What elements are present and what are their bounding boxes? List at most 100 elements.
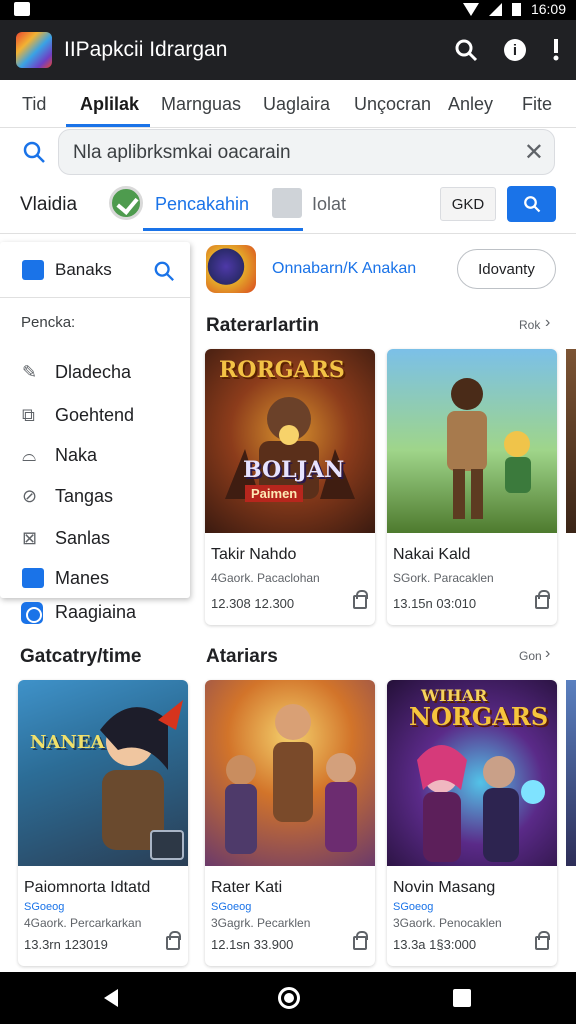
status-bar: 16:09 — [0, 0, 576, 20]
lock-icon[interactable] — [353, 590, 368, 609]
card-title: Takir Nahdo — [211, 546, 297, 563]
menu-item-label: Dladecha — [55, 362, 132, 382]
warrior-art — [447, 378, 531, 519]
box-icon: ⧉ — [22, 405, 35, 425]
card-title: Novin Masang — [393, 879, 496, 896]
tab-4[interactable]: Unçocran — [354, 94, 431, 115]
app-bar: IIPapkcii Idrargan i — [0, 20, 576, 80]
menu-item-label: Naka — [55, 445, 98, 465]
chevron-right-icon[interactable]: › — [545, 645, 550, 663]
game-card-peek[interactable] — [566, 680, 576, 866]
back-icon[interactable] — [104, 989, 118, 1007]
art-title: RORGARS — [219, 357, 345, 383]
promo-button[interactable]: Idovanty — [457, 249, 556, 289]
game-art — [205, 680, 375, 866]
menu-header[interactable]: Banaks — [0, 242, 190, 298]
app-logo[interactable] — [16, 32, 52, 68]
search-input[interactable]: Nla aplibrksmkai oacarain ✕ — [58, 129, 555, 175]
overflow-menu-icon[interactable] — [552, 38, 560, 62]
search-icon[interactable] — [454, 38, 478, 62]
tab-6[interactable]: Fite — [522, 94, 552, 115]
close-icon[interactable]: ✕ — [524, 138, 544, 167]
game-card[interactable]: NANEA Paiomnorta Idtatd SGoeog 4Gaork. P… — [18, 680, 188, 966]
filter-indicator — [143, 228, 303, 231]
info-icon[interactable]: i — [504, 39, 526, 61]
checkbox-icon[interactable] — [272, 188, 302, 218]
card-tag: SGoeog — [24, 901, 65, 913]
tab-0[interactable]: Tid — [22, 94, 46, 115]
game-card[interactable]: WIHAR NORGARS Novin Masang SGoeog 3Gaork… — [387, 680, 557, 966]
card-subtitle: 4Gaork. Pacaclohan — [211, 571, 320, 585]
menu-item-label: Manes — [55, 568, 110, 588]
heroes-art — [225, 704, 357, 854]
art-title: NANEA — [30, 732, 105, 753]
filter-label: Vlaidia — [20, 194, 78, 215]
art-subtitle: NORGARS — [409, 702, 549, 731]
card-title: Paiomnorta Idtatd — [24, 879, 151, 896]
pencil-icon: ✎ — [22, 362, 38, 382]
card-meta: 12.308 12.300 — [211, 596, 295, 611]
menu-item-label: Raagiaina — [55, 602, 137, 622]
see-more-link[interactable]: Rok — [519, 318, 540, 332]
lock-icon[interactable] — [535, 590, 550, 609]
badge-icon — [150, 830, 184, 860]
search-button[interactable] — [507, 186, 556, 222]
menu-item[interactable]: Manes — [0, 558, 190, 598]
game-card-peek[interactable] — [566, 349, 576, 533]
filter-bar: Vlaidia Pencakahin Iolat GKD — [0, 180, 576, 234]
menu-item-label: Tangas — [55, 486, 114, 506]
card-tag: SGoeog — [393, 901, 434, 913]
status-icons: 16:09 — [462, 1, 566, 17]
menu-subtitle: Pencka: — [21, 314, 76, 331]
tab-bar: Tid Aplilak Marnguas Uaglaira Unçocran A… — [0, 80, 576, 128]
filter-button[interactable]: GKD — [440, 187, 496, 221]
search-icon[interactable] — [22, 140, 46, 164]
art-subtitle: BOLJAN — [243, 457, 345, 483]
section-title: Gatcatry/time — [20, 646, 142, 667]
tab-3[interactable]: Uaglaira — [263, 94, 330, 115]
chevron-right-icon[interactable]: › — [545, 314, 550, 332]
game-card[interactable]: Rater Kati SGoeog 3Gagrk. Pecarklen 12.1… — [205, 680, 375, 966]
lock-icon[interactable] — [353, 931, 368, 950]
menu-item[interactable]: ⌓ Naka — [0, 435, 190, 475]
menu-item[interactable]: ⊠ Sanlas — [0, 518, 190, 558]
tab-indicator — [66, 124, 150, 127]
tab-5[interactable]: Anley — [448, 94, 493, 115]
game-art — [387, 349, 557, 533]
menu-item[interactable]: ⊘ Tangas — [0, 476, 190, 516]
menu-header-label: Banaks — [55, 260, 112, 279]
lock-icon[interactable] — [166, 931, 181, 950]
card-meta: 13.15n 03:010 — [393, 596, 477, 611]
bookmark-icon — [22, 568, 44, 588]
card-subtitle: 4Gaork. Percarkarkan — [24, 916, 142, 930]
camera-icon — [21, 602, 43, 624]
home-icon[interactable] — [278, 987, 300, 1009]
menu-item[interactable]: ✎ Dladecha — [0, 352, 190, 392]
recents-icon[interactable] — [453, 989, 471, 1007]
filter-secondary[interactable]: Iolat — [312, 194, 346, 215]
see-more-link[interactable]: Gon — [519, 649, 542, 663]
game-card[interactable]: Nakai Kald SGork. Paracaklen 13.15n 03:0… — [387, 349, 557, 625]
card-meta: 12.1sn 33.900 — [211, 937, 294, 952]
menu-item[interactable]: ⧉ Goehtend — [0, 395, 190, 435]
check-icon[interactable] — [109, 186, 143, 220]
menu-item[interactable]: Raagiaina — [0, 598, 190, 628]
card-subtitle: 3Gaork. Penocaklen — [393, 916, 502, 930]
tab-1[interactable]: Aplilak — [80, 94, 139, 115]
promo-app-icon[interactable] — [206, 245, 256, 293]
promo-text[interactable]: Onnabarn/K Anakan — [272, 260, 416, 278]
card-subtitle: SGork. Paracaklen — [393, 571, 494, 585]
section-title: Atariars — [206, 646, 278, 667]
menu-item-label: Sanlas — [55, 528, 111, 548]
search-icon — [523, 196, 540, 213]
game-art: WIHAR NORGARS — [387, 680, 557, 866]
filter-chip[interactable]: Pencakahin — [155, 194, 249, 215]
lock-icon[interactable] — [535, 931, 550, 950]
status-time: 16:09 — [530, 1, 566, 17]
game-card[interactable]: RORGARS BOLJAN Paimen Takir Nahdo 4Gaork… — [205, 349, 375, 625]
card-title: Rater Kati — [211, 879, 283, 896]
tab-2[interactable]: Marnguas — [161, 94, 241, 115]
tray-icon: ⌓ — [22, 445, 37, 465]
battery-icon — [511, 2, 521, 16]
search-icon[interactable] — [153, 260, 175, 282]
